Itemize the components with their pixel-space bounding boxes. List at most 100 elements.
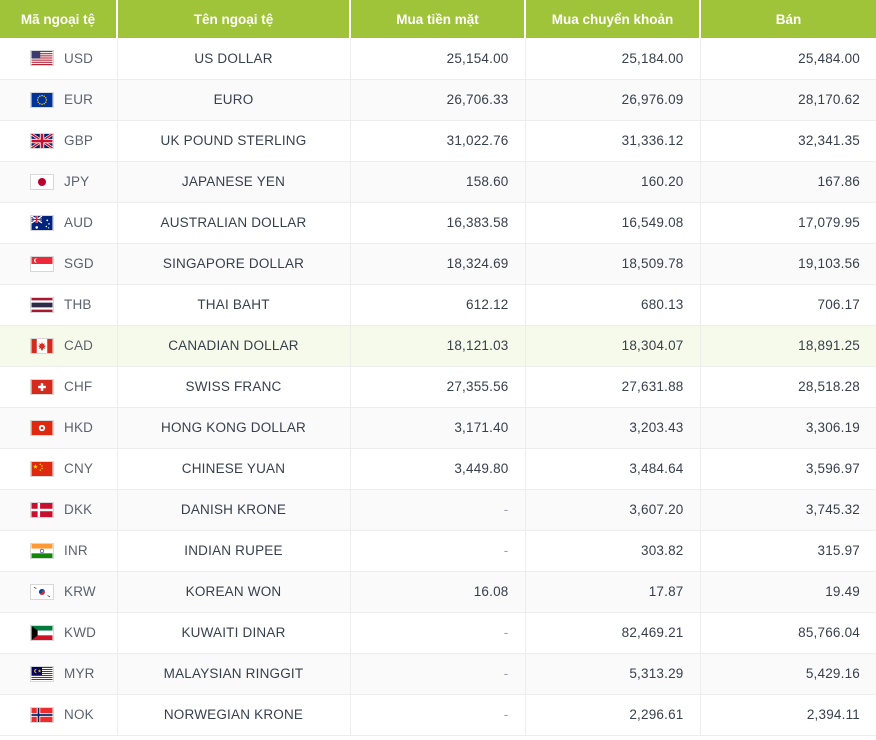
column-header-name[interactable]: Tên ngoại tệ: [117, 0, 351, 38]
currency-code-label: USD: [64, 50, 94, 66]
table-row[interactable]: CNY CHINESE YUAN 3,449.80 3,484.64 3,596.97: [0, 448, 876, 490]
table-row[interactable]: JPY JAPANESE YEN 158.60 160.20 167.86: [0, 161, 876, 203]
rate-trans-cell: 3,484.64: [525, 448, 701, 490]
currency-name-cell: THAI BAHT: [117, 284, 351, 326]
currency-code-label: NOK: [64, 707, 94, 722]
rate-cash-cell: -: [350, 530, 526, 572]
header-row: Mã ngoại tệ Tên ngoại tệ Mua tiền mặt Mua c…: [0, 0, 876, 38]
currency-code-cell: EUR: [0, 79, 118, 121]
currency-code-cell: THB: [0, 284, 118, 326]
currency-name-cell: INDIAN RUPEE: [117, 530, 351, 572]
currency-name-cell: CHINESE YUAN: [117, 448, 351, 490]
flag-hk-icon: [30, 419, 54, 436]
table-row[interactable]: AUD AUSTRALIAN DOLLAR 16,383.58 16,549.08 17…: [0, 202, 876, 244]
rate-cash-cell: 18,121.03: [350, 325, 526, 367]
flag-us-icon: [30, 50, 54, 67]
currency-code-label: JPY: [64, 174, 90, 189]
rate-trans-cell: 3,607.20: [525, 489, 701, 531]
rate-cash-cell: -: [350, 489, 526, 531]
rate-trans-cell: 680.13: [525, 284, 701, 326]
rate-sell-cell: 3,745.32: [700, 489, 876, 531]
table-row[interactable]: USD US DOLLAR 25,154.00 25,184.00 25,484.00: [0, 38, 876, 80]
table-row[interactable]: EUR EURO 26,706.33 26,976.09 28,170.62: [0, 79, 876, 121]
currency-name-cell: HONG KONG DOLLAR: [117, 407, 351, 449]
column-header-sell[interactable]: Bán: [700, 0, 876, 38]
rate-sell-cell: 2,394.11: [700, 694, 876, 736]
rate-trans-cell: 26,976.09: [525, 79, 701, 121]
currency-name-cell: US DOLLAR: [117, 38, 351, 80]
rate-cash-cell: -: [350, 612, 526, 654]
rate-trans-cell: 82,469.21: [525, 612, 701, 654]
table-row[interactable]: HKD HONG KONG DOLLAR 3,171.40 3,203.43 3,306…: [0, 407, 876, 449]
currency-code-label: KRW: [64, 584, 96, 599]
table-row[interactable]: NOK NORWEGIAN KRONE -2,296.61 2,394.11: [0, 694, 876, 736]
flag-my-icon: [30, 665, 54, 682]
table-body: USD US DOLLAR 25,154.00 25,184.00 25,484.00 E…: [0, 38, 876, 736]
flag-eu-icon: [30, 91, 54, 108]
rate-sell-cell: 167.86: [700, 161, 876, 203]
code-wrapper: CAD: [30, 337, 101, 354]
code-wrapper: INR: [30, 542, 101, 559]
code-wrapper: AUD: [30, 214, 101, 231]
table-row[interactable]: SGD SINGAPORE DOLLAR 18,324.69 18,509.78 19,…: [0, 243, 876, 285]
currency-code-label: MYR: [64, 666, 95, 681]
table-row[interactable]: THB THAI BAHT 612.12 680.13 706.17: [0, 284, 876, 326]
rate-trans-cell: 27,631.88: [525, 366, 701, 408]
table-row[interactable]: KRW KOREAN WON 16.08 17.87 19.49: [0, 571, 876, 613]
rate-sell-cell: 17,079.95: [700, 202, 876, 244]
currency-name-cell: SWISS FRANC: [117, 366, 351, 408]
currency-code-label: INR: [64, 543, 88, 558]
currency-code-label: CAD: [64, 338, 94, 353]
currency-code-cell: CHF: [0, 366, 118, 408]
flag-ca-icon: [30, 337, 54, 354]
column-header-cash[interactable]: Mua tiền mặt: [350, 0, 526, 38]
table-row[interactable]: GBP UK POUND STERLING 31,022.76 31,336.12 32…: [0, 120, 876, 162]
code-wrapper: CHF: [30, 378, 101, 395]
rate-cash-cell: 16.08: [350, 571, 526, 613]
currency-name-cell: NORWEGIAN KRONE: [117, 694, 351, 736]
rate-trans-cell: 3,203.43: [525, 407, 701, 449]
table-row[interactable]: CHF SWISS FRANC 27,355.56 27,631.88 28,518.2…: [0, 366, 876, 408]
currency-name-cell: AUSTRALIAN DOLLAR: [117, 202, 351, 244]
rate-cash-cell: 25,154.00: [350, 38, 526, 80]
rate-cash-cell: 16,383.58: [350, 202, 526, 244]
rate-trans-cell: 5,313.29: [525, 653, 701, 695]
rate-cash-cell: 27,355.56: [350, 366, 526, 408]
currency-name-cell: DANISH KRONE: [117, 489, 351, 531]
currency-name-cell: KOREAN WON: [117, 571, 351, 613]
rate-sell-cell: 19,103.56: [700, 243, 876, 285]
currency-code-cell: SGD: [0, 243, 118, 285]
currency-code-cell: KWD: [0, 612, 118, 654]
currency-code-label: EUR: [64, 92, 94, 107]
exchange-rate-table: Mã ngoại tệ Tên ngoại tệ Mua tiền mặt Mua c…: [0, 0, 876, 736]
table-row[interactable]: MYR MALAYSIAN RINGGIT -5,313.29 5,429.16: [0, 653, 876, 695]
flag-cn-icon: [30, 460, 54, 477]
code-wrapper: GBP: [30, 132, 101, 149]
code-wrapper: USD: [30, 50, 101, 67]
rate-trans-cell: 303.82: [525, 530, 701, 572]
table-row[interactable]: CAD CANADIAN DOLLAR 18,121.03 18,304.07 18,8…: [0, 325, 876, 367]
column-header-trans[interactable]: Mua chuyển khoản: [525, 0, 701, 38]
rate-cash-cell: 612.12: [350, 284, 526, 326]
rate-sell-cell: 5,429.16: [700, 653, 876, 695]
rate-sell-cell: 18,891.25: [700, 325, 876, 367]
currency-code-cell: CAD: [0, 325, 118, 367]
table-row[interactable]: INR INDIAN RUPEE -303.82 315.97: [0, 530, 876, 572]
flag-ch-icon: [30, 378, 54, 395]
currency-code-cell: INR: [0, 530, 118, 572]
rate-trans-cell: 25,184.00: [525, 38, 701, 80]
table-row[interactable]: DKK DANISH KRONE -3,607.20 3,745.32: [0, 489, 876, 531]
rate-sell-cell: 85,766.04: [700, 612, 876, 654]
rate-sell-cell: 28,518.28: [700, 366, 876, 408]
rate-cash-cell: 3,449.80: [350, 448, 526, 490]
rate-sell-cell: 3,596.97: [700, 448, 876, 490]
code-wrapper: KWD: [30, 624, 101, 641]
flag-gb-icon: [30, 132, 54, 149]
currency-name-cell: MALAYSIAN RINGGIT: [117, 653, 351, 695]
currency-code-label: CNY: [64, 461, 94, 476]
flag-th-icon: [30, 296, 54, 313]
rate-trans-cell: 16,549.08: [525, 202, 701, 244]
currency-code-cell: JPY: [0, 161, 118, 203]
table-row[interactable]: KWD KUWAITI DINAR -82,469.21 85,766.04: [0, 612, 876, 654]
column-header-code[interactable]: Mã ngoại tệ: [0, 0, 118, 38]
